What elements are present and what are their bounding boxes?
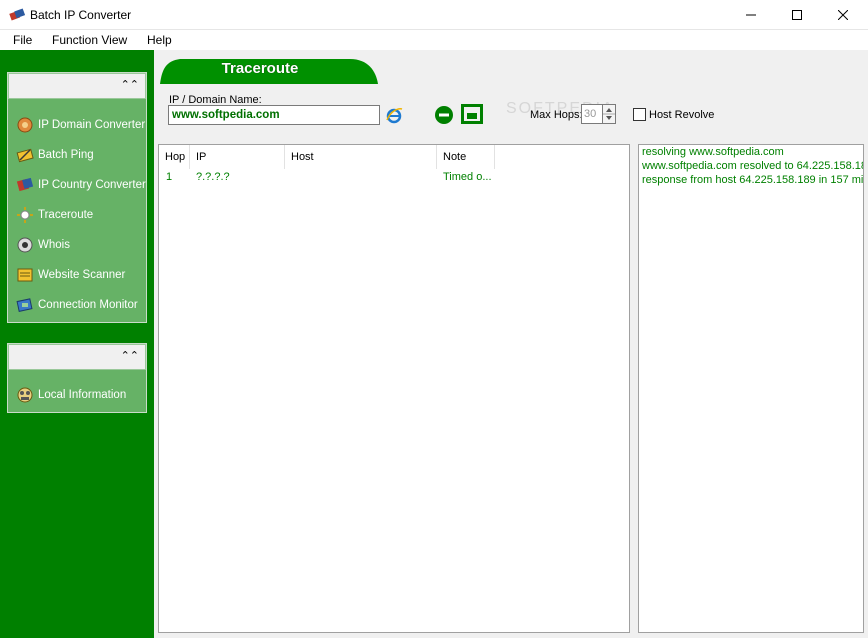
column-header-host[interactable]: Host [285, 145, 437, 169]
sidebar-item-label: Whois [38, 239, 70, 251]
sidebar-item-label: Connection Monitor [38, 299, 138, 311]
collapse-icon[interactable]: ⌃⌃ [121, 78, 139, 91]
collapse-icon[interactable]: ⌃⌃ [121, 349, 139, 362]
column-header-ip[interactable]: IP [190, 145, 285, 169]
whois-icon [17, 237, 33, 253]
max-hops-spinner[interactable] [602, 104, 616, 124]
sidebar-item-label: Traceroute [38, 209, 94, 221]
stop-button[interactable] [434, 105, 454, 125]
menu-bar [0, 30, 868, 50]
sidebar-item-label: IP Country Converter [38, 179, 146, 191]
local-panel: ⌃⌃ Local Information [7, 343, 147, 413]
host-revolve-label: Host Revolve [649, 109, 715, 121]
website-scanner-icon [17, 268, 33, 282]
table-cell-ip[interactable]: ?.?.?.? [196, 171, 230, 183]
table-cell-note[interactable]: Timed o... [443, 171, 492, 183]
window-button[interactable] [461, 104, 483, 124]
minimize-button[interactable] [728, 0, 774, 30]
local-panel-header[interactable]: ⌃⌃ [8, 344, 146, 370]
max-hops-label: Max Hops: [530, 109, 583, 121]
sidebar-item-label: Website Scanner [38, 269, 126, 281]
country-converter-icon [16, 177, 34, 192]
sidebar-item-ip-domain-converter[interactable]: IP Domain Converter [16, 114, 145, 136]
sidebar-item-website-scanner[interactable]: Website Scanner [16, 264, 125, 286]
minimize-icon [746, 14, 756, 16]
menu-help[interactable]: Help [147, 33, 172, 47]
sidebar-item-whois[interactable]: Whois [16, 234, 70, 256]
menu-function-view[interactable]: Function View [52, 33, 127, 47]
log-panel[interactable]: resolving www.softpedia.com www.softpedi… [638, 144, 864, 633]
sidebar-item-label: Local Information [38, 389, 127, 401]
column-header-hop[interactable]: Hop [159, 145, 190, 169]
max-hops-input[interactable] [581, 104, 603, 124]
results-table: Hop IP Host Note 1 ?.?.?.? Timed o... [158, 144, 630, 633]
maximize-button[interactable] [774, 0, 820, 30]
host-revolve-checkbox[interactable] [633, 108, 646, 121]
app-icon [9, 8, 25, 21]
window-title: Batch IP Converter [30, 8, 132, 22]
spinner-arrows-icon [603, 108, 615, 120]
log-line: resolving www.softpedia.com [642, 146, 784, 158]
batch-ping-icon [16, 148, 34, 163]
column-header-note[interactable]: Note [437, 145, 495, 169]
sidebar-item-label: Batch Ping [38, 149, 94, 161]
close-button[interactable] [820, 0, 866, 30]
tools-panel-header[interactable]: ⌃⌃ [8, 73, 146, 99]
sidebar-item-ip-country-converter[interactable]: IP Country Converter [16, 174, 146, 196]
table-cell-hop[interactable]: 1 [166, 171, 172, 183]
sidebar-item-connection-monitor[interactable]: Connection Monitor [16, 294, 138, 316]
domain-input[interactable] [168, 105, 380, 125]
log-line: www.softpedia.com resolved to 64.225.158… [642, 160, 864, 172]
connection-monitor-icon [16, 298, 33, 312]
menu-file[interactable]: File [13, 33, 32, 47]
sidebar-item-local-information[interactable]: Local Information [16, 384, 126, 406]
browser-icon[interactable] [385, 106, 403, 124]
sidebar-item-batch-ping[interactable]: Batch Ping [16, 144, 94, 166]
sidebar-item-traceroute[interactable]: Traceroute [16, 204, 93, 226]
log-line: response from host 64.225.158.189 in 157… [642, 174, 864, 186]
tools-panel: ⌃⌃ IP Domain Converter Batch Ping IP Cou… [7, 72, 147, 323]
tab-label: Traceroute [221, 60, 299, 77]
maximize-icon [792, 10, 802, 20]
close-icon [838, 10, 848, 20]
local-info-icon [17, 387, 33, 403]
traceroute-icon [17, 207, 33, 223]
converter-icon [17, 117, 33, 133]
sidebar-item-label: IP Domain Converter [38, 119, 146, 131]
